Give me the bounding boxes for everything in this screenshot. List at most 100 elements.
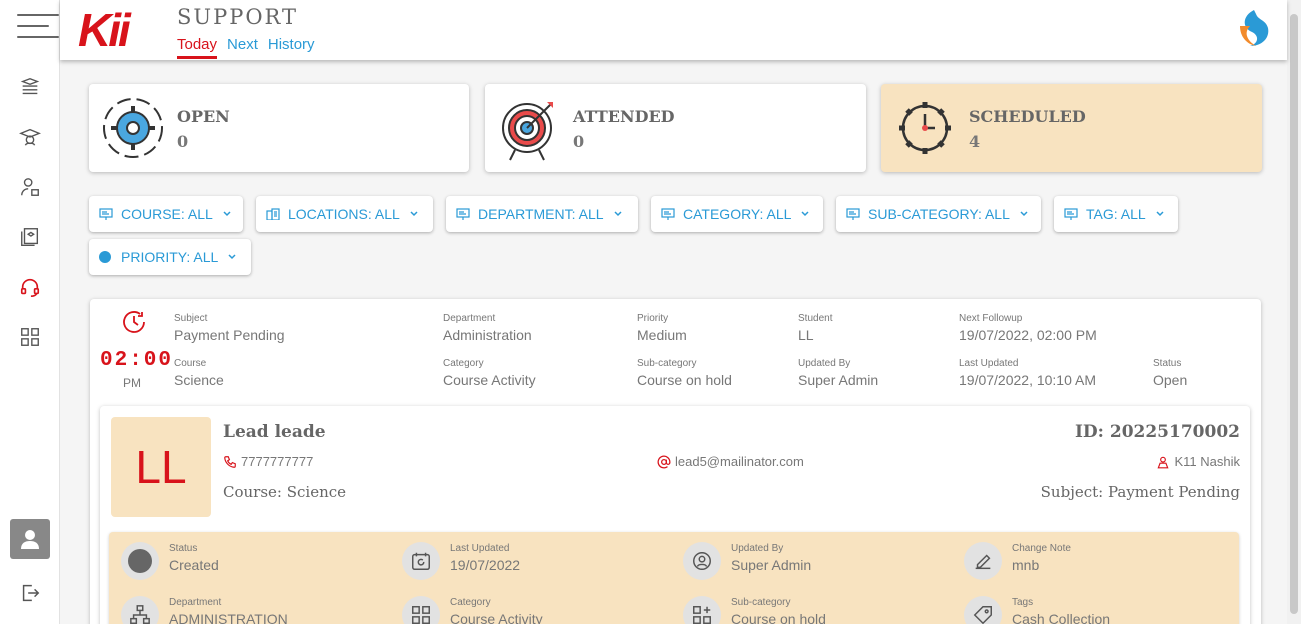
filter-locations[interactable]: LOCATIONS: ALL bbox=[256, 196, 433, 232]
user-lock-icon[interactable] bbox=[18, 175, 42, 199]
detail-change-note: Change Note mnb bbox=[964, 542, 1071, 580]
detail-category: Category Course Activity bbox=[402, 596, 543, 624]
header: Kii SUPPORT Today Next History bbox=[60, 0, 1287, 60]
card-value: 4 bbox=[969, 132, 981, 151]
kii-logo: Kii bbox=[76, 4, 166, 56]
chevron-down-icon bbox=[223, 211, 231, 217]
status-dot-icon bbox=[121, 542, 159, 580]
org-chart-icon bbox=[121, 596, 159, 624]
field-subject: Subject Payment Pending bbox=[174, 313, 285, 343]
detail-status: Status Created bbox=[121, 542, 219, 580]
logout-icon[interactable] bbox=[18, 581, 42, 605]
attended-card[interactable]: ATTENDED 0 bbox=[485, 84, 866, 172]
filter-department[interactable]: DEPARTMENT: ALL bbox=[446, 196, 638, 232]
clock-gear-icon bbox=[891, 94, 959, 162]
lead-id: ID: 20225170002 bbox=[1074, 422, 1240, 442]
phone-icon bbox=[224, 455, 236, 468]
scrollbar-thumb[interactable] bbox=[1290, 14, 1298, 614]
email-text: lead5@mailinator.com bbox=[675, 454, 804, 469]
field-last-updated: Last Updated 19/07/2022, 10:10 AM bbox=[959, 358, 1096, 388]
field-category: Category Course Activity bbox=[443, 358, 536, 388]
tab-today[interactable]: Today bbox=[177, 36, 218, 59]
scheduled-card[interactable]: SCHEDULED 4 bbox=[881, 84, 1262, 172]
gear-cycle-icon bbox=[99, 94, 167, 162]
field-department: Department Administration bbox=[443, 313, 532, 343]
filter-label: LOCATIONS: ALL bbox=[288, 206, 400, 222]
lead-email[interactable]: lead5@mailinator.com bbox=[657, 454, 804, 469]
chevron-down-icon bbox=[1020, 211, 1028, 217]
tab-history[interactable]: History bbox=[268, 36, 315, 59]
filter-priority[interactable]: PRIORITY: ALL bbox=[89, 239, 251, 275]
field-course: Course Science bbox=[174, 358, 224, 388]
graduation-icon[interactable] bbox=[18, 125, 42, 149]
detail-last-updated: Last Updated 19/07/2022 bbox=[402, 542, 520, 580]
at-icon bbox=[657, 455, 671, 468]
user-icon[interactable] bbox=[10, 519, 50, 559]
presentation-icon bbox=[456, 208, 470, 220]
location-text: K11 Nashik bbox=[1174, 454, 1240, 469]
library-icon[interactable] bbox=[18, 225, 42, 249]
card-label: SCHEDULED bbox=[969, 107, 1086, 126]
lead-subject: Subject: Payment Pending bbox=[1040, 483, 1240, 501]
presentation-icon bbox=[846, 208, 860, 220]
chevron-down-icon bbox=[410, 211, 418, 217]
filter-label: COURSE: ALL bbox=[121, 206, 213, 222]
lead-card[interactable]: LL Lead leade ID: 20225170002 7777777777… bbox=[100, 406, 1250, 624]
filter-label: SUB-CATEGORY: ALL bbox=[868, 206, 1010, 222]
ticket-panel[interactable]: 02:00 PM Subject Payment Pending Departme… bbox=[90, 299, 1261, 624]
detail-sub-category: Sub-category Course on hold bbox=[683, 596, 826, 624]
lead-course: Course: Science bbox=[223, 483, 347, 501]
clock-icon bbox=[120, 308, 148, 336]
detail-updated-by: Updated By Super Admin bbox=[683, 542, 811, 580]
followup-ampm: PM bbox=[123, 376, 141, 390]
grid-add-icon bbox=[683, 596, 721, 624]
lead-phone[interactable]: 7777777777 bbox=[223, 454, 313, 469]
presentation-icon bbox=[1064, 208, 1078, 220]
field-updated-by: Updated By Super Admin bbox=[798, 358, 879, 388]
lead-name: Lead leade bbox=[223, 422, 326, 442]
chevron-down-icon bbox=[228, 254, 236, 260]
details-grid: Status Created Last Updated 19/07/2022 Upd… bbox=[109, 532, 1239, 624]
dot-icon bbox=[99, 251, 111, 263]
presentation-icon bbox=[99, 208, 113, 220]
field-sub-category: Sub-category Course on hold bbox=[637, 358, 732, 388]
filter-sub-category[interactable]: SUB-CATEGORY: ALL bbox=[836, 196, 1041, 232]
target-icon bbox=[495, 94, 563, 162]
svg-text:Kii: Kii bbox=[78, 8, 132, 48]
calendar-refresh-icon bbox=[402, 542, 440, 580]
filter-label: TAG: ALL bbox=[1086, 206, 1146, 222]
scrollbar[interactable] bbox=[1287, 0, 1301, 624]
filter-label: PRIORITY: ALL bbox=[121, 249, 219, 265]
page-title: SUPPORT bbox=[177, 5, 299, 29]
headset-icon[interactable] bbox=[18, 275, 42, 299]
card-value: 0 bbox=[573, 132, 585, 151]
tab-next[interactable]: Next bbox=[227, 36, 258, 59]
phone-text: 7777777777 bbox=[241, 454, 314, 469]
grid-icon bbox=[402, 596, 440, 624]
tab-bar: Today Next History bbox=[177, 36, 315, 59]
open-card[interactable]: OPEN 0 bbox=[89, 84, 469, 172]
menu-icon[interactable] bbox=[17, 14, 59, 38]
field-student: Student LL bbox=[798, 313, 833, 343]
field-next-followup: Next Followup 19/07/2022, 02:00 PM bbox=[959, 313, 1097, 343]
detail-tags: Tags Cash Collection bbox=[964, 596, 1110, 624]
field-priority: Priority Medium bbox=[637, 313, 687, 343]
chevron-down-icon bbox=[1156, 211, 1164, 217]
card-label: ATTENDED bbox=[573, 107, 675, 126]
presentation-icon bbox=[661, 208, 675, 220]
building-icon bbox=[266, 208, 280, 220]
chevron-down-icon bbox=[614, 211, 622, 217]
filter-label: CATEGORY: ALL bbox=[683, 206, 792, 222]
dashboard-icon[interactable] bbox=[18, 325, 42, 349]
filter-course[interactable]: COURSE: ALL bbox=[89, 196, 243, 232]
filter-category[interactable]: CATEGORY: ALL bbox=[651, 196, 823, 232]
note-edit-icon bbox=[964, 542, 1002, 580]
courses-icon[interactable] bbox=[18, 75, 42, 99]
tag-icon bbox=[964, 596, 1002, 624]
field-status: Status Open bbox=[1153, 358, 1188, 388]
brand-icon bbox=[1232, 6, 1276, 50]
user-update-icon bbox=[683, 542, 721, 580]
filter-tag[interactable]: TAG: ALL bbox=[1054, 196, 1178, 232]
filter-label: DEPARTMENT: ALL bbox=[478, 206, 604, 222]
card-value: 0 bbox=[177, 132, 189, 151]
